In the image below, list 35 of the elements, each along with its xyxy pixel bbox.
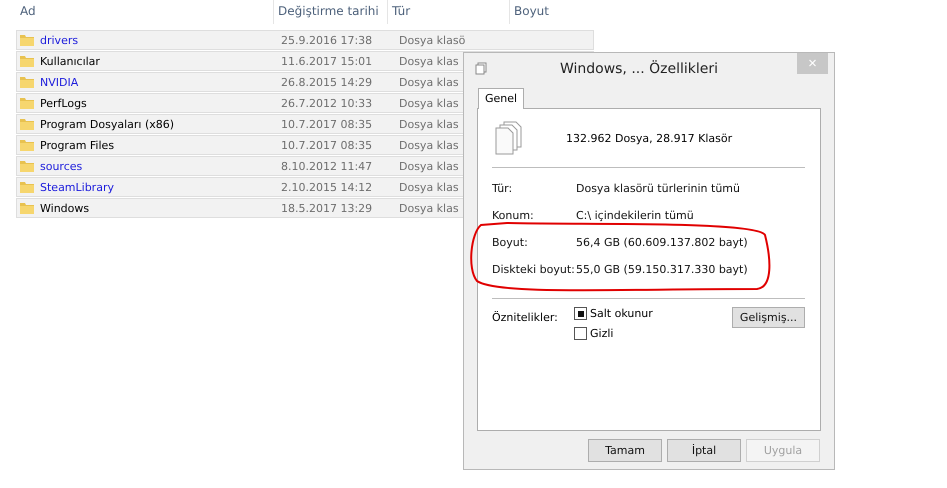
table-cell-text: Dosya klas — [398, 202, 459, 214]
file-name: SteamLibrary — [40, 180, 114, 194]
property-label: Diskteki boyut: — [492, 263, 576, 276]
property-label: Tür: — [492, 182, 514, 195]
table-cell-text: 10.7.2017 08:35 — [280, 118, 374, 130]
checkbox-label: Gizli — [590, 327, 614, 340]
table-cell-text: Dosya klas — [398, 160, 459, 172]
file-name: NVIDIA — [40, 76, 78, 88]
property-value: 56,4 GB (60.609.137.802 bayt) — [576, 236, 749, 249]
attributes-label: Öznitelikler: — [492, 310, 559, 324]
table-cell-text: Dosya klas — [398, 118, 459, 130]
file-name: drivers — [40, 34, 78, 46]
table-cell-text: 26.7.2012 10:33 — [280, 96, 374, 110]
table-cell-text: Dosya klasö — [398, 34, 466, 46]
property-value: 55,0 GB (59.150.317.330 bayt) — [576, 263, 749, 276]
table-cell-text: 10.7.2017 08:35 — [280, 138, 374, 152]
table-cell-text: Dosya klas — [398, 54, 459, 68]
table-cell-text: 2.10.2015 14:12 — [280, 180, 374, 194]
file-name: Program Files — [40, 138, 114, 152]
file-name: Kullanıcılar — [40, 54, 100, 68]
file-name: Program Dosyaları (x86) — [40, 118, 174, 130]
table-cell-text: 8.10.2012 11:47 — [280, 160, 374, 172]
file-name: sources — [40, 160, 82, 172]
file-name: Windows — [40, 202, 90, 214]
table-cell-text: 11.6.2017 15:01 — [280, 54, 374, 68]
property-label: Boyut: — [492, 236, 529, 249]
table-cell-text: 18.5.2017 13:29 — [280, 202, 374, 214]
file-name: PerfLogs — [40, 96, 87, 110]
table-cell-text: 26.8.2015 14:29 — [280, 76, 374, 88]
table-cell-text: Dosya klas — [398, 76, 459, 88]
table-cell-text: Dosya klas — [398, 96, 459, 110]
table-cell-text: Dosya klas — [398, 138, 459, 152]
table-cell-text: 25.9.2016 17:38 — [280, 34, 374, 46]
table-cell-text: Dosya klas — [398, 180, 459, 194]
checkbox-label: Salt okunur — [590, 307, 653, 320]
